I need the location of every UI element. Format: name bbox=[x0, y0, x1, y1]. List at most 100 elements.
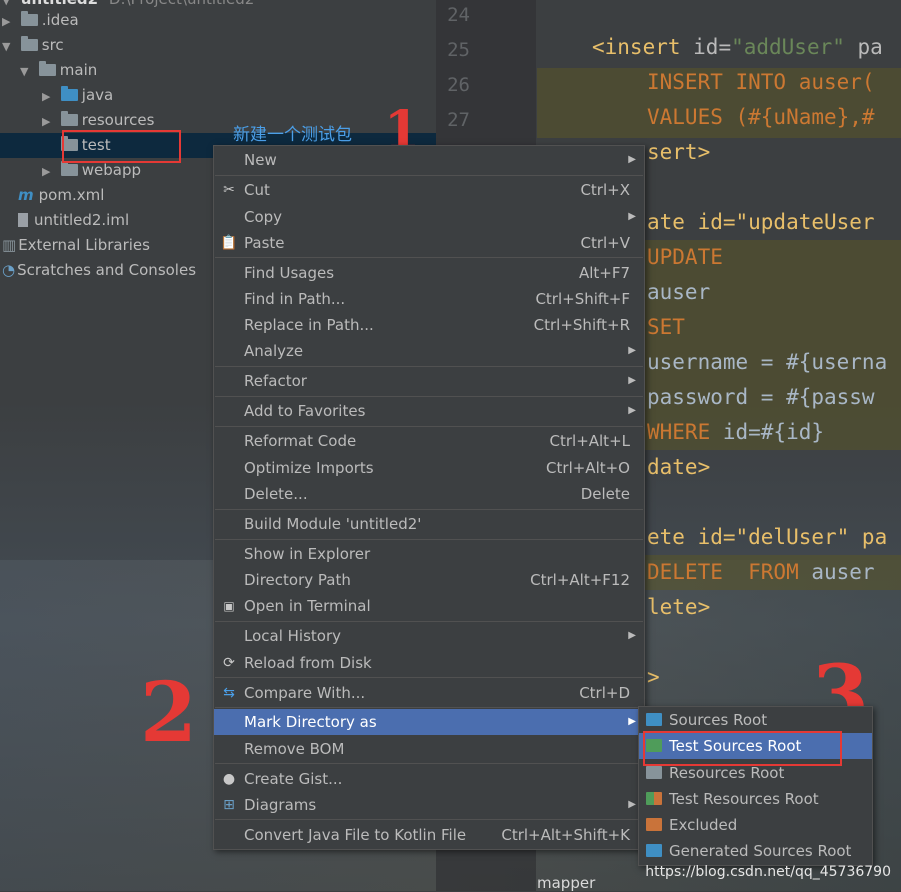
menu-item-mark-directory-as[interactable]: Mark Directory as ▶ bbox=[214, 709, 644, 735]
compare-icon: ⇆ bbox=[223, 685, 235, 701]
code-line: sert> bbox=[647, 140, 711, 164]
tree-item-label: Scratches and Consoles bbox=[17, 261, 197, 279]
menu-separator bbox=[215, 707, 643, 708]
menu-item-refactor[interactable]: Refactor ▶ bbox=[214, 368, 644, 394]
chevron-right-icon[interactable]: ▶ bbox=[42, 109, 56, 134]
menu-item-copy[interactable]: Copy ▶ bbox=[214, 204, 644, 230]
tree-item-scratches[interactable]: ◔ Scratches and Consoles bbox=[2, 258, 196, 283]
menu-item-open-in-terminal[interactable]: ▣ Open in Terminal bbox=[214, 593, 644, 619]
code-line: password = #{passw bbox=[647, 385, 875, 409]
menu-separator bbox=[215, 175, 643, 176]
menu-item-new[interactable]: New ▶ bbox=[214, 147, 644, 173]
menu-item-reformat-code[interactable]: Reformat Code Ctrl+Alt+L bbox=[214, 428, 644, 454]
tree-item-external-libraries[interactable]: ▥ External Libraries bbox=[2, 233, 150, 258]
sql-highlight bbox=[643, 240, 901, 450]
chevron-right-icon: ▶ bbox=[628, 154, 636, 165]
diagram-icon: ⊞ bbox=[223, 797, 235, 813]
context-menu: New ▶ ✂ Cut Ctrl+X Copy ▶ 📋 Paste Ctrl+V Find … bbox=[213, 145, 645, 850]
line-number: 26 bbox=[447, 74, 470, 96]
maven-icon: m bbox=[18, 186, 34, 204]
test-resources-root-icon bbox=[646, 792, 662, 805]
menu-item-find-usages[interactable]: Find Usages Alt+F7 bbox=[214, 260, 644, 286]
menu-item-diagrams[interactable]: ⊞ Diagrams ▶ bbox=[214, 792, 644, 818]
tree-item-iml[interactable]: untitled2.iml bbox=[18, 208, 129, 233]
tree-root-label: untitled2 bbox=[21, 0, 98, 8]
tree-item-label: pom.xml bbox=[38, 186, 105, 204]
tree-item-label: External Libraries bbox=[18, 236, 150, 254]
generated-sources-root-icon bbox=[646, 844, 662, 857]
annotation-marker-2: 2 bbox=[140, 665, 198, 761]
menu-item-convert-to-kotlin[interactable]: Convert Java File to Kotlin File Ctrl+Alt… bbox=[214, 822, 644, 848]
file-icon bbox=[18, 213, 28, 227]
menu-separator bbox=[215, 677, 643, 678]
tree-item-pom[interactable]: m pom.xml bbox=[18, 183, 104, 208]
menu-item-replace-in-path[interactable]: Replace in Path... Ctrl+Shift+R bbox=[214, 312, 644, 338]
menu-item-delete[interactable]: Delete... Delete bbox=[214, 481, 644, 507]
annotation-box-test-sources-root bbox=[643, 731, 842, 766]
code-line: username = #{userna bbox=[647, 350, 888, 374]
tree-item-label: webapp bbox=[81, 161, 142, 179]
code-line: INSERT INTO auser( bbox=[647, 70, 875, 94]
tree-item-label: resources bbox=[81, 111, 155, 129]
chevron-right-icon: ▶ bbox=[628, 345, 636, 356]
tree-item-label: src bbox=[41, 36, 64, 54]
submenu-item-excluded[interactable]: Excluded bbox=[639, 812, 872, 838]
watermark: https://blog.csdn.net/qq_45736790 bbox=[645, 864, 891, 880]
tree-item-label: main bbox=[59, 61, 98, 79]
code-line: date> bbox=[647, 455, 711, 479]
submenu-item-test-resources-root[interactable]: Test Resources Root bbox=[639, 786, 872, 812]
chevron-right-icon[interactable]: ▶ bbox=[42, 159, 56, 184]
menu-item-analyze[interactable]: Analyze ▶ bbox=[214, 338, 644, 364]
chevron-right-icon: ▶ bbox=[628, 405, 636, 416]
menu-separator bbox=[215, 366, 643, 367]
chevron-right-icon: ▶ bbox=[628, 716, 636, 727]
submenu-item-generated-sources-root[interactable]: Generated Sources Root bbox=[639, 838, 872, 864]
submenu-item-sources-root[interactable]: Sources Root bbox=[639, 707, 872, 733]
sources-root-icon bbox=[646, 713, 662, 726]
chevron-down-icon[interactable]: ▼ bbox=[20, 59, 34, 84]
tree-item-main[interactable]: ▼ main bbox=[20, 58, 97, 83]
menu-item-local-history[interactable]: Local History ▶ bbox=[214, 623, 644, 649]
folder-icon bbox=[20, 11, 38, 26]
code-line: auser bbox=[647, 280, 711, 304]
chevron-right-icon[interactable]: ▶ bbox=[42, 84, 56, 109]
menu-item-optimize-imports[interactable]: Optimize Imports Ctrl+Alt+O bbox=[214, 455, 644, 481]
code-line: <insert id="addUser" pa bbox=[592, 35, 883, 59]
tree-item-label: untitled2.iml bbox=[34, 211, 130, 229]
menu-item-compare-with[interactable]: ⇆ Compare With... Ctrl+D bbox=[214, 680, 644, 706]
scratches-icon: ◔ bbox=[2, 261, 16, 279]
code-line: SET bbox=[647, 315, 685, 339]
chevron-right-icon: ▶ bbox=[628, 375, 636, 386]
menu-item-show-in-explorer[interactable]: Show in Explorer bbox=[214, 541, 644, 567]
folder-icon bbox=[20, 36, 38, 51]
chevron-right-icon[interactable]: ▶ bbox=[2, 9, 16, 34]
menu-item-directory-path[interactable]: Directory Path Ctrl+Alt+F12 bbox=[214, 567, 644, 593]
code-line: ate id="updateUser bbox=[647, 210, 875, 234]
menu-separator bbox=[215, 621, 643, 622]
menu-item-create-gist[interactable]: ● Create Gist... bbox=[214, 766, 644, 792]
chevron-down-icon[interactable]: ▼ bbox=[2, 34, 16, 59]
tree-item-java[interactable]: ▶ java bbox=[42, 83, 113, 108]
tree-item-idea[interactable]: ▶ .idea bbox=[2, 8, 79, 33]
menu-item-cut[interactable]: ✂ Cut Ctrl+X bbox=[214, 177, 644, 203]
chevron-right-icon: ▶ bbox=[628, 211, 636, 222]
menu-item-remove-bom[interactable]: Remove BOM bbox=[214, 736, 644, 762]
menu-item-reload-from-disk[interactable]: ⟳ Reload from Disk bbox=[214, 650, 644, 676]
menu-item-build-module[interactable]: Build Module 'untitled2' bbox=[214, 511, 644, 537]
line-number: 24 bbox=[447, 4, 470, 26]
tree-item-label: .idea bbox=[41, 11, 79, 29]
tree-item-src[interactable]: ▼ src bbox=[2, 33, 64, 58]
terminal-icon: ▣ bbox=[223, 599, 235, 613]
code-line: UPDATE bbox=[647, 245, 723, 269]
editor-tab-label[interactable]: mapper bbox=[537, 874, 595, 892]
menu-item-paste[interactable]: 📋 Paste Ctrl+V bbox=[214, 230, 644, 256]
resources-folder-icon bbox=[60, 111, 78, 126]
menu-item-add-to-favorites[interactable]: Add to Favorites ▶ bbox=[214, 398, 644, 424]
excluded-folder-icon bbox=[646, 818, 662, 831]
annotation-note: 新建一个测试包 bbox=[233, 125, 352, 145]
tree-item-label: java bbox=[81, 86, 114, 104]
menu-separator bbox=[215, 257, 643, 258]
clipboard-icon: 📋 bbox=[220, 235, 238, 251]
line-number: 25 bbox=[447, 39, 470, 61]
menu-item-find-in-path[interactable]: Find in Path... Ctrl+Shift+F bbox=[214, 286, 644, 312]
